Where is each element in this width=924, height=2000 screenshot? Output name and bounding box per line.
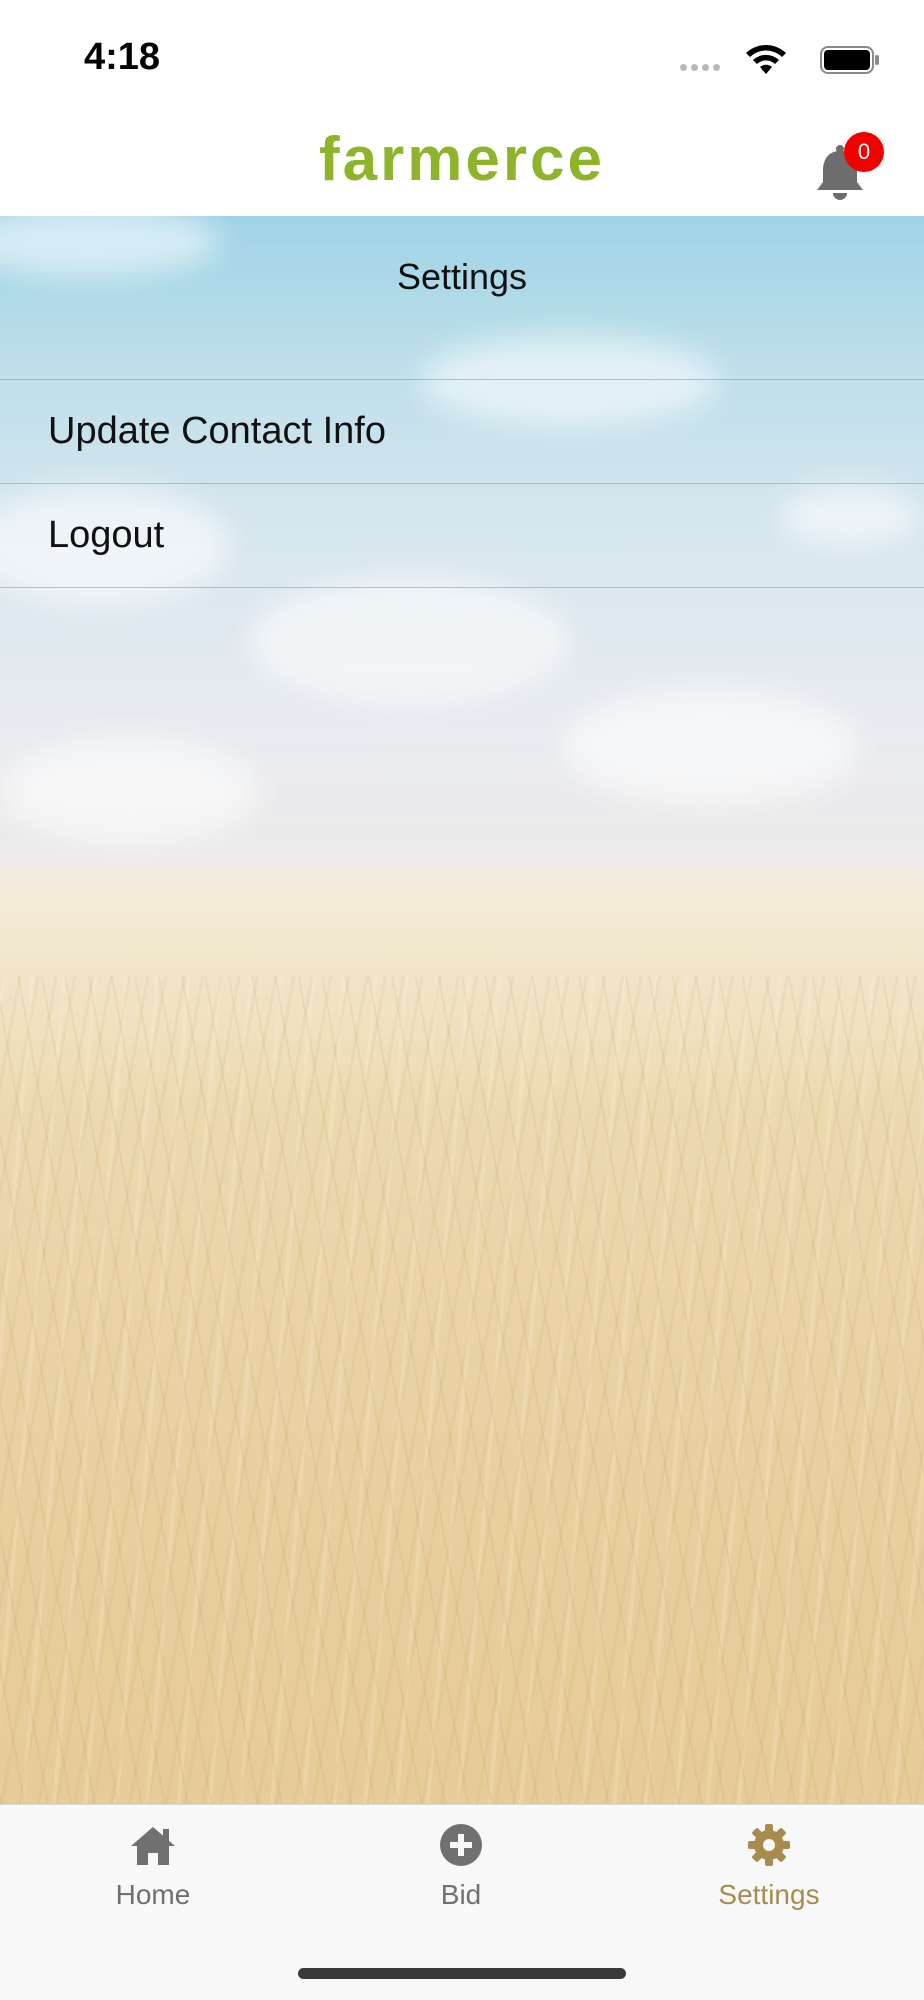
background-scene: Settings Update Contact Info Logout [0, 216, 924, 1804]
home-indicator [298, 1968, 626, 1979]
plus-circle-icon [440, 1824, 482, 1866]
tab-home[interactable]: Home [53, 1823, 253, 1911]
notifications-button[interactable]: 0 [808, 130, 884, 200]
tab-home-label: Home [115, 1879, 191, 1910]
tab-bid[interactable]: Bid [361, 1823, 561, 1911]
update-contact-info-item[interactable]: Update Contact Info [0, 380, 924, 484]
tab-settings-label: Settings [718, 1879, 820, 1910]
status-bar: 4:18 [0, 0, 924, 110]
tab-settings[interactable]: Settings [669, 1823, 869, 1911]
logout-item[interactable]: Logout [0, 484, 924, 588]
notification-badge: 0 [844, 132, 884, 172]
settings-list: Update Contact Info Logout [0, 379, 924, 588]
wifi-icon [746, 45, 786, 74]
wheat-field [0, 976, 924, 1804]
page-title: Settings [396, 256, 528, 297]
home-icon [131, 1827, 175, 1865]
tab-bid-label: Bid [440, 1879, 482, 1910]
top-nav: farmerce 0 [0, 110, 924, 216]
status-time: 4:18 [84, 36, 161, 78]
brand-logo: farmerce [319, 125, 605, 194]
battery-icon [820, 46, 879, 74]
gear-icon [748, 1824, 790, 1866]
cellular-signal-icon [680, 64, 720, 71]
